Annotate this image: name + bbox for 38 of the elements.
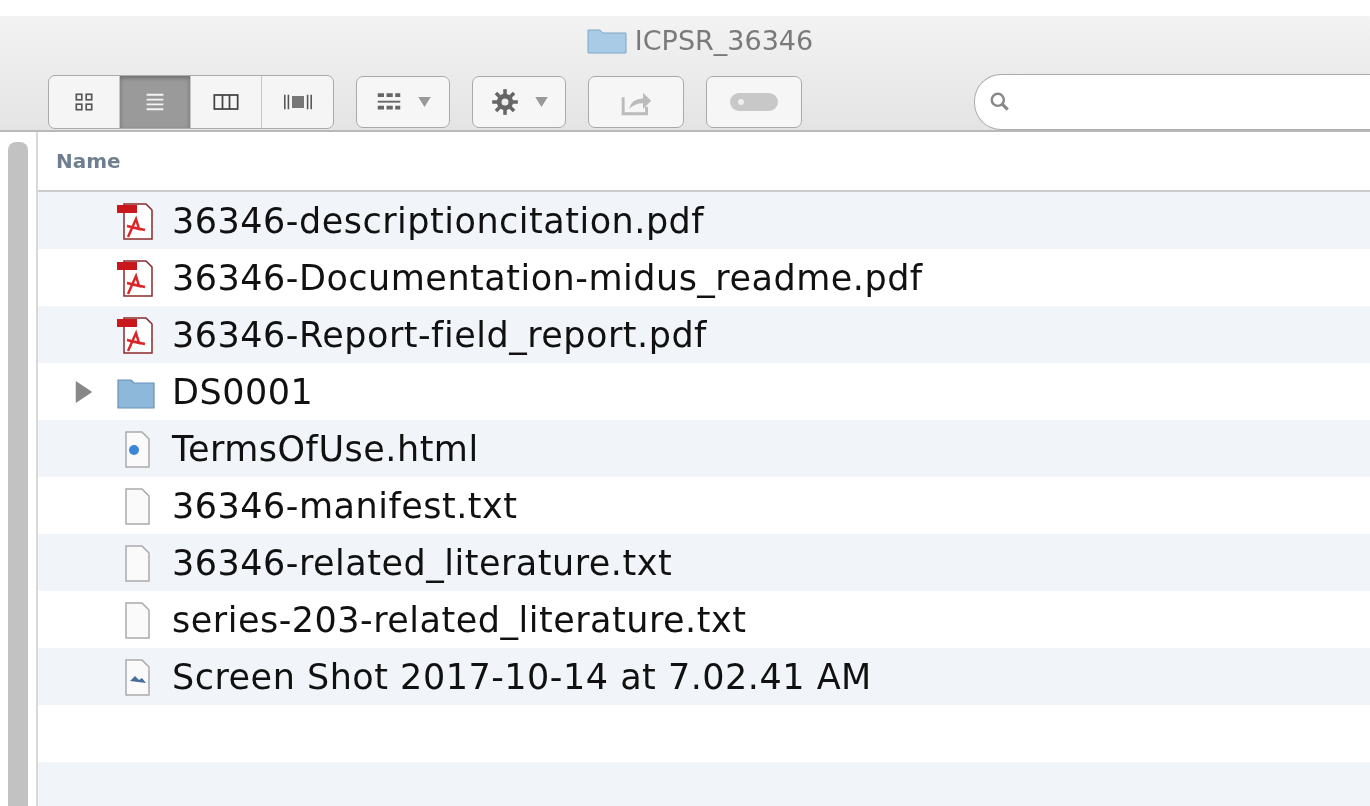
file-row[interactable]: 36346-manifest.txt: [38, 477, 1370, 534]
file-name: TermsOfUse.html: [172, 428, 479, 469]
pdf-file-icon: [116, 257, 156, 298]
caret-icon: [534, 97, 548, 107]
gear-icon: [490, 88, 519, 116]
search-field[interactable]: [974, 74, 1370, 130]
column-header[interactable]: Name: [56, 149, 121, 173]
file-row[interactable]: 36346-descriptioncitation.pdf: [38, 192, 1370, 249]
pdf-file-icon: [116, 200, 156, 241]
folder-icon: [586, 26, 627, 54]
file-row[interactable]: TermsOfUse.html: [38, 420, 1370, 477]
file-row[interactable]: 36346-Report-field_report.pdf: [38, 306, 1370, 363]
search-icon: [989, 91, 1011, 113]
arrange-button[interactable]: [356, 76, 450, 128]
list-view-button[interactable]: [120, 76, 191, 128]
disclosure-triangle-icon[interactable]: [74, 380, 94, 403]
file-row[interactable]: 36346-related_literature.txt: [38, 534, 1370, 591]
file-name: Screen Shot 2017-10-14 at 7.02.41 AM: [172, 656, 872, 697]
tags-button[interactable]: [706, 76, 802, 128]
file-name: DS0001: [172, 371, 314, 412]
grid-icon: [73, 91, 95, 113]
file-name: 36346-related_literature.txt: [172, 542, 673, 583]
file-name: 36346-descriptioncitation.pdf: [172, 200, 705, 241]
file-name: series-203-related_literature.txt: [172, 599, 747, 640]
grid-icon: [375, 92, 402, 112]
file-row[interactable]: DS0001: [38, 363, 1370, 420]
file-name: 36346-Documentation-midus_readme.pdf: [172, 257, 923, 298]
file-row[interactable]: series-203-related_literature.txt: [38, 591, 1370, 648]
file-row[interactable]: Screen Shot 2017-10-14 at 7.02.41 AM: [38, 648, 1370, 705]
file-row[interactable]: 36346-Documentation-midus_readme.pdf: [38, 249, 1370, 306]
file-name: 36346-Report-field_report.pdf: [172, 314, 707, 355]
file-name: 36346-manifest.txt: [172, 485, 518, 526]
pdf-file-icon: [116, 314, 156, 355]
window-title: ICPSR_36346: [634, 24, 814, 56]
tag-icon: [728, 92, 780, 112]
caret-icon: [417, 97, 431, 107]
share-button[interactable]: [588, 76, 684, 128]
action-button[interactable]: [472, 76, 566, 128]
